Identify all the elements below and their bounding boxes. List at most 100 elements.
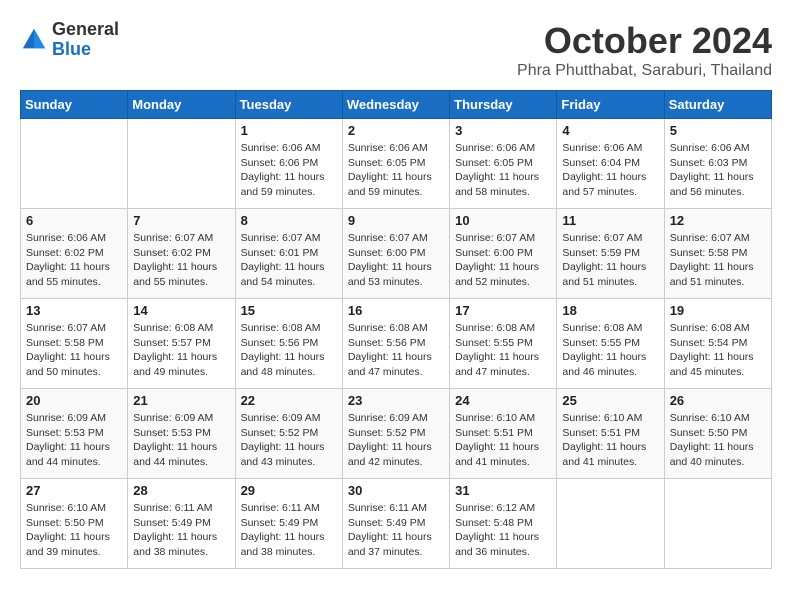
day-number: 7 — [133, 213, 229, 228]
day-number: 28 — [133, 483, 229, 498]
calendar-cell: 4 Sunrise: 6:06 AMSunset: 6:04 PMDaylight… — [557, 119, 664, 209]
day-info: Sunrise: 6:07 AMSunset: 5:58 PMDaylight:… — [670, 231, 766, 290]
day-number: 30 — [348, 483, 444, 498]
day-number: 6 — [26, 213, 122, 228]
logo-general: General — [52, 20, 119, 40]
calendar-cell: 24 Sunrise: 6:10 AMSunset: 5:51 PMDayligh… — [450, 389, 557, 479]
page-header: General Blue October 2024 Phra Phutthaba… — [20, 20, 772, 80]
day-number: 12 — [670, 213, 766, 228]
day-info: Sunrise: 6:07 AMSunset: 5:58 PMDaylight:… — [26, 321, 122, 380]
day-number: 11 — [562, 213, 658, 228]
calendar-cell: 3Sunrise: 6:06 AMSunset: 6:05 PMDaylight… — [450, 119, 557, 209]
calendar-cell: 8Sunrise: 6:07 AMSunset: 6:01 PMDaylight… — [235, 209, 342, 299]
calendar-cell: 13 Sunrise: 6:07 AMSunset: 5:58 PMDayligh… — [21, 299, 128, 389]
day-info: Sunrise: 6:07 AMSunset: 6:01 PMDaylight:… — [241, 231, 337, 290]
calendar-cell: 7 Sunrise: 6:07 AMSunset: 6:02 PMDaylight… — [128, 209, 235, 299]
calendar-cell: 12 Sunrise: 6:07 AMSunset: 5:58 PMDayligh… — [664, 209, 771, 299]
day-number: 29 — [241, 483, 337, 498]
day-number: 14 — [133, 303, 229, 318]
calendar-week-1: 1Sunrise: 6:06 AMSunset: 6:06 PMDaylight… — [21, 119, 772, 209]
calendar-header-row: SundayMondayTuesdayWednesdayThursdayFrid… — [21, 91, 772, 119]
day-info: Sunrise: 6:06 AMSunset: 6:02 PMDaylight:… — [26, 231, 122, 290]
day-number: 5 — [670, 123, 766, 138]
calendar-table: SundayMondayTuesdayWednesdayThursdayFrid… — [20, 90, 772, 569]
day-info: Sunrise: 6:09 AMSunset: 5:53 PMDaylight:… — [133, 411, 229, 470]
day-number: 13 — [26, 303, 122, 318]
day-info: Sunrise: 6:08 AMSunset: 5:55 PMDaylight:… — [562, 321, 658, 380]
column-header-sunday: Sunday — [21, 91, 128, 119]
calendar-cell: 1Sunrise: 6:06 AMSunset: 6:06 PMDaylight… — [235, 119, 342, 209]
day-number: 26 — [670, 393, 766, 408]
day-info: Sunrise: 6:07 AMSunset: 6:00 PMDaylight:… — [348, 231, 444, 290]
calendar-body: 1Sunrise: 6:06 AMSunset: 6:06 PMDaylight… — [21, 119, 772, 569]
calendar-cell: 17 Sunrise: 6:08 AMSunset: 5:55 PMDayligh… — [450, 299, 557, 389]
calendar-cell: 16 Sunrise: 6:08 AMSunset: 5:56 PMDayligh… — [342, 299, 449, 389]
calendar-week-4: 20 Sunrise: 6:09 AMSunset: 5:53 PMDayligh… — [21, 389, 772, 479]
day-info: Sunrise: 6:10 AMSunset: 5:51 PMDaylight:… — [562, 411, 658, 470]
calendar-cell — [557, 479, 664, 569]
day-info: Sunrise: 6:10 AMSunset: 5:50 PMDaylight:… — [26, 501, 122, 560]
day-number: 10 — [455, 213, 551, 228]
day-info: Sunrise: 6:09 AMSunset: 5:52 PMDaylight:… — [241, 411, 337, 470]
day-info: Sunrise: 6:07 AMSunset: 5:59 PMDaylight:… — [562, 231, 658, 290]
day-info: Sunrise: 6:11 AMSunset: 5:49 PMDaylight:… — [133, 501, 229, 560]
calendar-cell: 11 Sunrise: 6:07 AMSunset: 5:59 PMDayligh… — [557, 209, 664, 299]
day-info: Sunrise: 6:06 AMSunset: 6:05 PMDaylight:… — [348, 141, 444, 200]
day-number: 19 — [670, 303, 766, 318]
calendar-cell: 19 Sunrise: 6:08 AMSunset: 5:54 PMDayligh… — [664, 299, 771, 389]
day-info: Sunrise: 6:08 AMSunset: 5:55 PMDaylight:… — [455, 321, 551, 380]
day-number: 24 — [455, 393, 551, 408]
day-info: Sunrise: 6:08 AMSunset: 5:54 PMDaylight:… — [670, 321, 766, 380]
day-number: 22 — [241, 393, 337, 408]
calendar-cell: 21 Sunrise: 6:09 AMSunset: 5:53 PMDayligh… — [128, 389, 235, 479]
day-info: Sunrise: 6:07 AMSunset: 6:02 PMDaylight:… — [133, 231, 229, 290]
column-header-saturday: Saturday — [664, 91, 771, 119]
day-info: Sunrise: 6:09 AMSunset: 5:53 PMDaylight:… — [26, 411, 122, 470]
day-number: 16 — [348, 303, 444, 318]
day-number: 25 — [562, 393, 658, 408]
title-block: October 2024 Phra Phutthabat, Saraburi, … — [517, 20, 772, 80]
day-number: 15 — [241, 303, 337, 318]
day-info: Sunrise: 6:11 AMSunset: 5:49 PMDaylight:… — [241, 501, 337, 560]
logo: General Blue — [20, 20, 119, 60]
calendar-cell: 5 Sunrise: 6:06 AMSunset: 6:03 PMDaylight… — [664, 119, 771, 209]
calendar-cell: 22 Sunrise: 6:09 AMSunset: 5:52 PMDayligh… — [235, 389, 342, 479]
location-title: Phra Phutthabat, Saraburi, Thailand — [517, 62, 772, 80]
day-info: Sunrise: 6:08 AMSunset: 5:56 PMDaylight:… — [348, 321, 444, 380]
column-header-wednesday: Wednesday — [342, 91, 449, 119]
day-info: Sunrise: 6:06 AMSunset: 6:03 PMDaylight:… — [670, 141, 766, 200]
calendar-cell: 26Sunrise: 6:10 AMSunset: 5:50 PMDayligh… — [664, 389, 771, 479]
calendar-cell: 6 Sunrise: 6:06 AMSunset: 6:02 PMDaylight… — [21, 209, 128, 299]
column-header-thursday: Thursday — [450, 91, 557, 119]
column-header-monday: Monday — [128, 91, 235, 119]
logo-icon — [20, 26, 48, 54]
day-info: Sunrise: 6:10 AMSunset: 5:51 PMDaylight:… — [455, 411, 551, 470]
day-info: Sunrise: 6:07 AMSunset: 6:00 PMDaylight:… — [455, 231, 551, 290]
calendar-week-5: 27 Sunrise: 6:10 AMSunset: 5:50 PMDayligh… — [21, 479, 772, 569]
day-number: 4 — [562, 123, 658, 138]
calendar-cell: 10 Sunrise: 6:07 AMSunset: 6:00 PMDayligh… — [450, 209, 557, 299]
day-info: Sunrise: 6:06 AMSunset: 6:04 PMDaylight:… — [562, 141, 658, 200]
calendar-week-2: 6 Sunrise: 6:06 AMSunset: 6:02 PMDaylight… — [21, 209, 772, 299]
logo-blue: Blue — [52, 40, 119, 60]
calendar-week-3: 13 Sunrise: 6:07 AMSunset: 5:58 PMDayligh… — [21, 299, 772, 389]
day-number: 17 — [455, 303, 551, 318]
day-info: Sunrise: 6:09 AMSunset: 5:52 PMDaylight:… — [348, 411, 444, 470]
day-number: 27 — [26, 483, 122, 498]
day-info: Sunrise: 6:08 AMSunset: 5:56 PMDaylight:… — [241, 321, 337, 380]
day-number: 20 — [26, 393, 122, 408]
day-info: Sunrise: 6:08 AMSunset: 5:57 PMDaylight:… — [133, 321, 229, 380]
day-number: 3 — [455, 123, 551, 138]
calendar-cell: 28 Sunrise: 6:11 AMSunset: 5:49 PMDayligh… — [128, 479, 235, 569]
month-title: October 2024 — [517, 20, 772, 62]
day-number: 31 — [455, 483, 551, 498]
day-number: 1 — [241, 123, 337, 138]
day-number: 21 — [133, 393, 229, 408]
calendar-cell: 14 Sunrise: 6:08 AMSunset: 5:57 PMDayligh… — [128, 299, 235, 389]
calendar-cell: 9Sunrise: 6:07 AMSunset: 6:00 PMDaylight… — [342, 209, 449, 299]
calendar-cell: 27 Sunrise: 6:10 AMSunset: 5:50 PMDayligh… — [21, 479, 128, 569]
day-number: 18 — [562, 303, 658, 318]
calendar-cell: 18 Sunrise: 6:08 AMSunset: 5:55 PMDayligh… — [557, 299, 664, 389]
calendar-cell: 2Sunrise: 6:06 AMSunset: 6:05 PMDaylight… — [342, 119, 449, 209]
day-info: Sunrise: 6:11 AMSunset: 5:49 PMDaylight:… — [348, 501, 444, 560]
